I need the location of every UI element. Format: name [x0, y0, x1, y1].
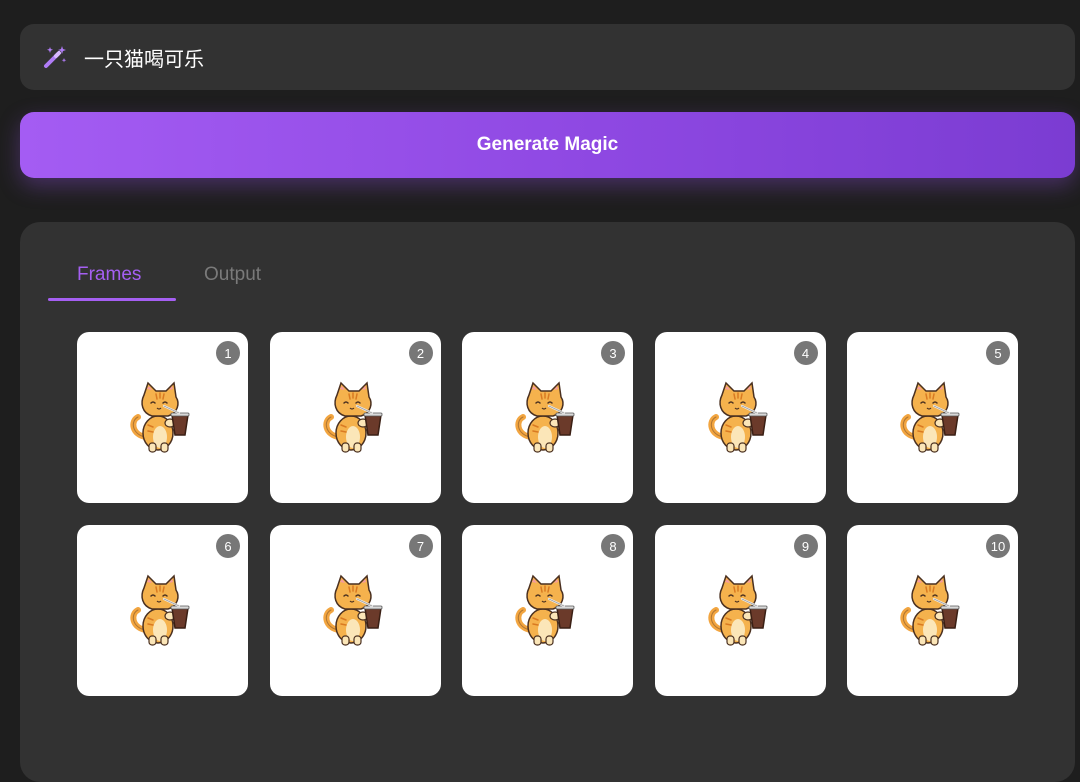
frame-card-7[interactable]: 7 — [269, 525, 441, 696]
cat-drinking-cola-image — [124, 570, 204, 650]
frame-number-badge: 5 — [986, 341, 1010, 365]
frame-number-badge: 8 — [601, 534, 625, 558]
frame-number-badge: 2 — [408, 341, 433, 365]
frame-card-10[interactable]: 10 — [847, 525, 1018, 696]
cat-drinking-cola-image — [317, 377, 397, 457]
frame-card-6[interactable]: 6 — [77, 525, 248, 696]
cat-drinking-cola-image — [124, 377, 204, 457]
cat-drinking-cola-image — [894, 570, 974, 650]
cat-drinking-cola-image — [894, 377, 974, 457]
frame-number-badge: 10 — [986, 534, 1010, 558]
frames-panel: Frames Output 1 2 3 4 5 6 7 8 9 10 — [20, 222, 1075, 782]
frame-number-badge: 4 — [793, 341, 818, 365]
frame-card-5[interactable]: 5 — [847, 332, 1018, 503]
tab-output[interactable]: Output — [204, 264, 261, 286]
cat-drinking-cola-image — [702, 570, 782, 650]
frame-card-3[interactable]: 3 — [462, 332, 633, 503]
frame-card-8[interactable]: 8 — [462, 525, 633, 696]
cat-drinking-cola-image — [509, 570, 589, 650]
frame-number-badge: 9 — [793, 534, 818, 558]
frame-card-4[interactable]: 4 — [654, 332, 826, 503]
frames-grid: 1 2 3 4 5 6 7 8 9 10 — [77, 332, 1018, 696]
active-tab-indicator — [48, 298, 176, 301]
frame-number-badge: 3 — [601, 341, 625, 365]
prompt-bar[interactable]: 一只猫喝可乐 — [20, 24, 1075, 90]
tab-frames[interactable]: Frames — [77, 264, 141, 286]
cat-drinking-cola-image — [702, 377, 782, 457]
frame-card-2[interactable]: 2 — [269, 332, 441, 503]
frame-number-badge: 1 — [216, 341, 240, 365]
cat-drinking-cola-image — [509, 377, 589, 457]
frame-number-badge: 6 — [216, 534, 240, 558]
cat-drinking-cola-image — [317, 570, 397, 650]
prompt-text[interactable]: 一只猫喝可乐 — [84, 43, 204, 72]
frame-card-9[interactable]: 9 — [654, 525, 826, 696]
frame-card-1[interactable]: 1 — [77, 332, 248, 503]
frame-number-badge: 7 — [408, 534, 433, 558]
magic-wand-icon — [44, 46, 67, 68]
generate-magic-button[interactable]: Generate Magic — [20, 112, 1075, 178]
